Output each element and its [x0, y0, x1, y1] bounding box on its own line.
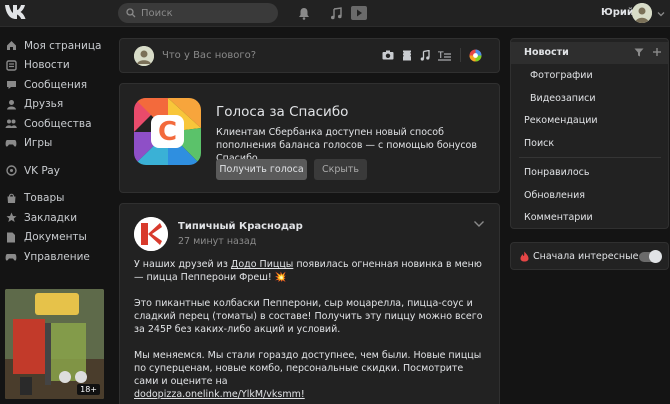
promo-title: Голоса за Спасибо [216, 104, 349, 120]
sidebar-item-documents[interactable]: Документы [0, 228, 115, 248]
post-link[interactable]: Додо Пиццы [231, 259, 293, 270]
avatar [134, 46, 154, 66]
composer-tools: T [382, 48, 482, 62]
menu-item-photos[interactable]: Фотографии [530, 70, 593, 81]
notifications-button[interactable] [296, 5, 312, 21]
left-sidebar: Моя страница Новости Сообщения Друзья Со… [0, 36, 115, 267]
color-palette-icon[interactable] [469, 49, 482, 62]
menu-item-news[interactable]: Новости [524, 47, 569, 58]
hide-button[interactable]: Скрыть [314, 159, 367, 180]
game-banner-illustration-icon [5, 289, 104, 399]
sidebar-item-friends[interactable]: Друзья [0, 95, 115, 115]
age-rating-badge: 18+ [77, 384, 100, 395]
sidebar-item-label: Товары [24, 192, 65, 205]
community-avatar[interactable] [134, 217, 168, 251]
sidebar-item-label: Новости [24, 59, 70, 72]
flame-icon [520, 251, 529, 262]
menu-item-recommendations[interactable]: Рекомендации [524, 115, 598, 126]
camera-icon[interactable] [382, 50, 394, 60]
sidebar-item-management[interactable]: Управление [0, 247, 115, 267]
menu-item-search[interactable]: Поиск [524, 138, 554, 149]
user-avatar-icon [632, 3, 652, 23]
menu-item-updates[interactable]: Обновления [524, 190, 585, 201]
article-icon[interactable]: T [438, 50, 452, 61]
post-author[interactable]: Типичный Краснодар [178, 221, 303, 232]
menu-item-videos[interactable]: Видеозаписи [530, 93, 596, 104]
star-icon [5, 212, 17, 224]
sidebar-item-games[interactable]: Игры [0, 134, 115, 154]
chevron-down-icon[interactable] [656, 9, 666, 19]
chevron-down-icon[interactable] [473, 220, 485, 228]
top-bar: Поиск Юрий [0, 0, 670, 27]
sberbank-spasibo-app-icon[interactable]: С [134, 98, 201, 165]
toggle-knob [649, 250, 662, 263]
post-paragraph: У наших друзей из Додо Пиццы появилась о… [134, 259, 482, 283]
sidebar-item-communities[interactable]: Сообщества [0, 114, 115, 134]
music-button[interactable] [328, 5, 344, 21]
svg-text:С: С [158, 117, 177, 147]
composer-placeholder[interactable]: Что у Вас нового? [162, 50, 256, 61]
gamepad-icon [5, 251, 17, 263]
post-composer[interactable]: Что у Вас нового? T [119, 38, 500, 73]
avatar[interactable] [632, 3, 652, 23]
news-filter-menu: Новости Фотографии Видеозаписи Рекоменда… [510, 38, 669, 229]
search-placeholder: Поиск [141, 7, 173, 19]
music-note-icon[interactable] [420, 49, 430, 61]
get-votes-button[interactable]: Получить голоса [216, 159, 307, 180]
post-link[interactable]: dodopizza.onelink.me/YlkM/vksmm! [134, 389, 305, 400]
post-paragraph: Мы меняемся. Мы стали гораздо доступнее,… [134, 350, 482, 400]
filter-icon[interactable] [634, 48, 644, 57]
sidebar-item-label: Сообщения [24, 78, 88, 91]
video-icon[interactable] [402, 50, 412, 61]
vk-logo-icon [5, 5, 26, 19]
user-avatar-icon [134, 46, 154, 66]
document-icon [5, 231, 17, 243]
sidebar-item-label: Сообщества [24, 117, 92, 130]
toggle-label: Сначала интересные [533, 251, 639, 262]
bell-icon [299, 7, 309, 20]
music-note-icon [331, 6, 342, 19]
play-icon [351, 6, 367, 20]
message-icon [5, 79, 17, 91]
sidebar-item-label: Моя страница [24, 39, 102, 52]
app-logo-icon: С [134, 98, 201, 165]
gamepad-icon [5, 137, 17, 149]
play-button[interactable] [350, 5, 368, 21]
sidebar-item-vk-pay[interactable]: VK Pay [0, 161, 115, 181]
vkpay-icon [5, 165, 17, 177]
menu-divider [519, 157, 661, 158]
search-box[interactable]: Поиск [118, 3, 278, 23]
shopping-bag-icon [5, 192, 17, 204]
username[interactable]: Юрий [601, 7, 634, 18]
sidebar-item-label: Закладки [24, 211, 78, 224]
community-logo-icon [134, 217, 168, 251]
sidebar-item-bookmarks[interactable]: Закладки [0, 208, 115, 228]
promo-card: С Голоса за Спасибо Клиентам Сбербанка д… [119, 83, 500, 193]
sidebar-item-label: Управление [24, 250, 90, 263]
sidebar-item-label: Друзья [24, 98, 64, 111]
menu-item-liked[interactable]: Понравилось [524, 167, 590, 178]
interesting-first-toggle[interactable]: Сначала интересные [510, 242, 669, 270]
plus-icon[interactable] [652, 47, 662, 57]
sidebar-item-label: Документы [24, 231, 87, 244]
sidebar-item-goods[interactable]: Товары [0, 189, 115, 209]
home-icon [5, 40, 17, 52]
toggle-switch[interactable] [639, 250, 662, 263]
vk-logo[interactable] [4, 3, 34, 23]
news-post: Типичный Краснодар 27 минут назад У наши… [119, 203, 500, 404]
friend-icon [5, 98, 17, 110]
game-ad-banner[interactable]: 18+ [5, 289, 104, 399]
communities-icon [5, 118, 17, 130]
sidebar-item-my-page[interactable]: Моя страница [0, 36, 115, 56]
post-text: У наших друзей из Додо Пиццы появилась о… [134, 258, 489, 404]
search-icon [126, 8, 136, 18]
sidebar-item-news[interactable]: Новости [0, 56, 115, 76]
sidebar-item-messages[interactable]: Сообщения [0, 75, 115, 95]
post-time[interactable]: 27 минут назад [178, 236, 256, 247]
sidebar-item-label: VK Pay [24, 164, 60, 177]
post-paragraph: Это пикантные колбаски Пепперони, сыр мо… [134, 298, 483, 335]
menu-item-comments[interactable]: Комментарии [524, 212, 593, 223]
sidebar-item-label: Игры [24, 137, 53, 150]
news-icon [5, 59, 17, 71]
